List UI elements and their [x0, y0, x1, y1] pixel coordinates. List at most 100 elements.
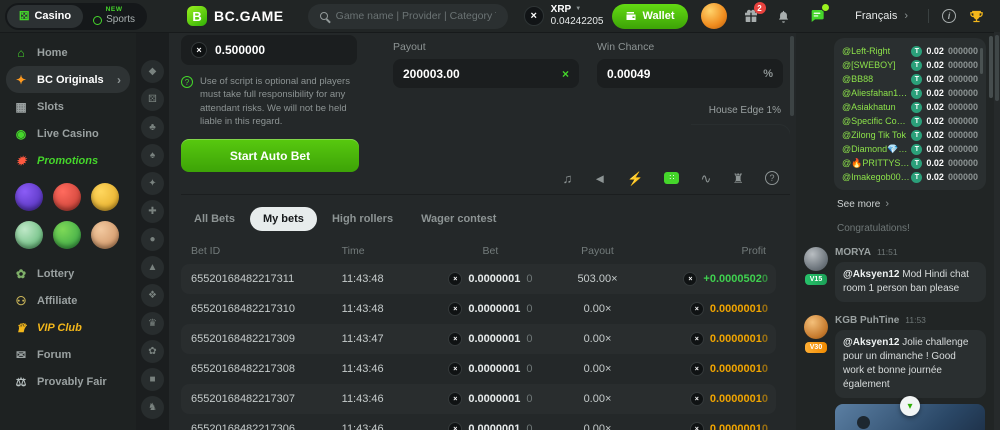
trends-icon[interactable]: ∿: [700, 172, 711, 185]
bet-row[interactable]: 6552016848221731111:43:48×0.00000010503.…: [181, 264, 776, 294]
sidebar-item-forum[interactable]: ✉Forum: [6, 341, 130, 368]
currency-selector[interactable]: × XRP ▼ 0.04242205: [524, 4, 604, 28]
tip-row[interactable]: @[SWEBOY]T0.02000000: [842, 58, 978, 72]
wallet-button[interactable]: Wallet: [612, 4, 688, 29]
tip-username[interactable]: @Specific Cowden: [842, 116, 911, 126]
rail-game-shortcut-7[interactable]: ●: [141, 228, 164, 251]
bc-originals-icon: ✦: [14, 74, 28, 86]
rewards-button[interactable]: 2: [742, 7, 760, 25]
rail-game-shortcut-3[interactable]: ♣: [141, 116, 164, 139]
trophy-icon[interactable]: [969, 9, 984, 24]
bet-row[interactable]: 6552016848221730911:43:47×0.000000100.00…: [181, 324, 776, 354]
bet-amount-input[interactable]: × 0.500000: [181, 35, 357, 65]
tipbox-scrollbar[interactable]: [980, 48, 983, 74]
tab-all-bets[interactable]: All Bets: [181, 207, 248, 231]
help-icon[interactable]: ?: [765, 171, 779, 185]
tip-row[interactable]: @BB88T0.02000000: [842, 72, 978, 86]
rail-game-shortcut-12[interactable]: ■: [141, 368, 164, 391]
shaker-icon[interactable]: ♜: [732, 172, 744, 185]
chat-username[interactable]: KGB PuhTine: [835, 315, 899, 326]
tip-row[interactable]: @Left-RightT0.02000000: [842, 44, 978, 58]
tip-row[interactable]: @🔥PRITTYS233🔥T0.02000000: [842, 156, 978, 170]
rail-game-shortcut-6[interactable]: ✚: [141, 200, 164, 223]
rail-game-shortcut-10[interactable]: ♛: [141, 312, 164, 335]
tip-row[interactable]: @Specific CowdenT0.02000000: [842, 114, 978, 128]
tab-wager-contest[interactable]: Wager contest: [408, 207, 509, 231]
sound-icon[interactable]: ◄: [593, 172, 606, 185]
tip-username[interactable]: @Aliesfahan1363: [842, 88, 911, 98]
page-scrollbar[interactable]: [995, 35, 999, 101]
rail-game-shortcut-8[interactable]: ▲: [141, 256, 164, 279]
sports-toggle-button[interactable]: NEW Sports: [83, 7, 145, 26]
tip-row[interactable]: @Imakegob00m...T0.02000000: [842, 170, 978, 184]
start-auto-bet-button[interactable]: Start Auto Bet: [181, 139, 359, 172]
sidebar-item-promotions[interactable]: ✹Promotions: [6, 147, 130, 174]
casino-toggle-button[interactable]: ⚄ Casino: [7, 5, 83, 28]
payout-input[interactable]: 200003.00 ×: [393, 59, 579, 88]
language-selector[interactable]: Français ›: [855, 10, 908, 22]
sidebar-item-home[interactable]: ⌂Home: [6, 39, 130, 66]
tip-username[interactable]: @Asiakhatun: [842, 102, 896, 112]
tip-username[interactable]: @[SWEBOY]: [842, 60, 896, 70]
tip-username[interactable]: @BB88: [842, 74, 873, 84]
see-more-link[interactable]: See more ›: [837, 198, 986, 210]
sidebar-item-live-casino[interactable]: ◉Live Casino: [6, 120, 130, 147]
rail-game-shortcut-13[interactable]: ♞: [141, 396, 164, 419]
notifications-button[interactable]: [775, 7, 793, 25]
main-scrollbar[interactable]: [790, 36, 794, 116]
bet-row[interactable]: 6552016848221730711:43:46×0.000000100.00…: [181, 384, 776, 414]
tip-username[interactable]: @Diamond💎Hu...: [842, 144, 911, 155]
user-mention[interactable]: @Aksyen12: [843, 269, 902, 280]
chat-scrollbar[interactable]: [989, 36, 993, 98]
bet-row[interactable]: 6552016848221730611:43:46×0.000000100.00…: [181, 414, 776, 430]
tip-username[interactable]: @Left-Right: [842, 46, 890, 56]
rail-game-shortcut-11[interactable]: ✿: [141, 340, 164, 363]
rail-game-shortcut-9[interactable]: ❖: [141, 284, 164, 307]
sidebar-item-lottery[interactable]: ✿Lottery: [6, 260, 130, 287]
turbo-icon[interactable]: ⚡: [627, 172, 643, 185]
chat-username[interactable]: MORYA: [835, 247, 871, 258]
tip-username[interactable]: @Imakegob00m...: [842, 172, 911, 182]
sidebar-item-slots[interactable]: ▦Slots: [6, 93, 130, 120]
chat-toggle-button[interactable]: [808, 7, 826, 25]
tip-amount-main: 0.02: [926, 88, 944, 98]
clear-payout-icon[interactable]: ×: [562, 67, 569, 81]
tip-username[interactable]: @Zilong Tik Tok: [842, 130, 906, 140]
hotkeys-icon[interactable]: ∷: [664, 172, 679, 184]
sidebar-item-vip-club[interactable]: ♛VIP Club: [6, 314, 130, 341]
chat-status-badge: [821, 3, 830, 12]
tab-my-bets[interactable]: My bets: [250, 207, 317, 231]
search-input[interactable]: Game name | Provider | Category Tag: [308, 4, 508, 29]
tip-row[interactable]: @Zilong Tik TokT0.02000000: [842, 128, 978, 142]
bet-row[interactable]: 6552016848221731011:43:48×0.000000100.00…: [181, 294, 776, 324]
game-shortcut-chicken[interactable]: [91, 183, 119, 211]
user-avatar[interactable]: [701, 3, 727, 29]
rail-game-shortcut-2[interactable]: ⚄: [141, 88, 164, 111]
tab-high-rollers[interactable]: High rollers: [319, 207, 406, 231]
win-chance-input[interactable]: 0.00049 %: [597, 59, 783, 88]
sidebar-item-bc-originals[interactable]: ✦BC Originals›: [6, 66, 130, 93]
game-shortcut-dart[interactable]: [15, 183, 43, 211]
game-shortcut-ball[interactable]: [15, 221, 43, 249]
scroll-to-bottom-button[interactable]: ▾: [900, 396, 920, 416]
avatar[interactable]: [804, 247, 828, 271]
tip-row[interactable]: @AsiakhatunT0.02000000: [842, 100, 978, 114]
rail-game-shortcut-1[interactable]: ◆: [141, 60, 164, 83]
sidebar-item-provably-fair[interactable]: ⚖Provably Fair: [6, 368, 130, 395]
user-mention[interactable]: @Aksyen12: [843, 337, 902, 348]
bc-game-logo[interactable]: B BC.GAME: [187, 6, 284, 26]
music-icon[interactable]: ♫: [563, 172, 573, 185]
tip-row[interactable]: @Aliesfahan1363T0.02000000: [842, 86, 978, 100]
rail-game-shortcut-5[interactable]: ✦: [141, 172, 164, 195]
tip-row[interactable]: @Diamond💎Hu...T0.02000000: [842, 142, 978, 156]
usdt-coin-icon: T: [911, 46, 922, 57]
info-icon[interactable]: i: [942, 9, 956, 23]
tip-username[interactable]: @🔥PRITTYS233🔥: [842, 158, 911, 169]
game-shortcut-crash[interactable]: [53, 183, 81, 211]
bet-row[interactable]: 6552016848221730811:43:46×0.000000100.00…: [181, 354, 776, 384]
rail-game-shortcut-4[interactable]: ♠: [141, 144, 164, 167]
game-shortcut-girl[interactable]: [91, 221, 119, 249]
game-shortcut-moneybag[interactable]: [53, 221, 81, 249]
avatar[interactable]: [804, 315, 828, 339]
sidebar-item-affiliate[interactable]: ⚇Affiliate: [6, 287, 130, 314]
